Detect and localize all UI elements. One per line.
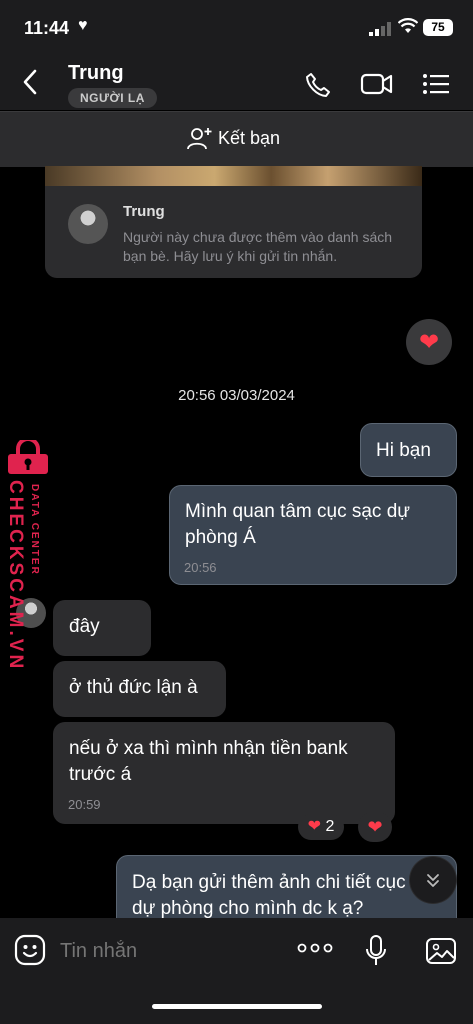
reaction-count: 2: [325, 818, 335, 835]
chevron-down-icon: [427, 874, 439, 887]
message-bubble-incoming[interactable]: đây: [53, 600, 151, 656]
stranger-badge: NGƯỜI LẠ: [68, 88, 157, 108]
heart-icon: ❤: [307, 818, 322, 835]
watermark-subtitle: DATA CENTER: [29, 484, 40, 576]
photo-gallery-icon[interactable]: [425, 936, 457, 966]
microphone-icon[interactable]: [365, 934, 387, 968]
avatar[interactable]: [68, 204, 108, 244]
watermark-lock-icon: [8, 440, 48, 474]
message-input[interactable]: [60, 936, 280, 966]
watermark-brand: CHECKSCAM.VN: [5, 480, 26, 672]
sticker-icon[interactable]: [14, 934, 46, 966]
message-time: 20:56: [184, 560, 217, 575]
reaction-summary[interactable]: ❤ 2: [298, 814, 344, 840]
profile-card-name: Trung: [123, 203, 165, 220]
message-text: Mình quan tâm cục sạc dự phòng Á: [185, 501, 410, 548]
message-bubble-incoming[interactable]: ở thủ đức lận à: [53, 661, 226, 717]
more-options-icon[interactable]: [297, 938, 333, 958]
heart-reaction-icon[interactable]: ❤: [406, 319, 452, 365]
menu-icon[interactable]: [422, 72, 450, 96]
message-text: đây: [69, 616, 100, 637]
video-call-icon[interactable]: [360, 72, 394, 96]
message-bubble-outgoing[interactable]: Hi bạn: [360, 423, 457, 477]
heart-react-button[interactable]: ❤: [358, 812, 392, 842]
wifi-icon: [398, 18, 418, 33]
message-text: Hi bạn: [376, 440, 431, 461]
scroll-to-bottom-button[interactable]: [410, 857, 456, 903]
status-time: 11:44: [24, 18, 70, 38]
back-arrow-icon[interactable]: [22, 68, 38, 96]
battery-indicator: 75: [423, 19, 453, 36]
heart-status-icon: ♥: [78, 17, 88, 34]
contact-name[interactable]: Trung: [68, 62, 124, 85]
message-time: 20:59: [68, 797, 101, 812]
add-friend-icon[interactable]: [187, 126, 213, 150]
phone-call-icon[interactable]: [305, 72, 331, 98]
home-indicator: [152, 1004, 322, 1009]
add-friend-label[interactable]: Kết bạn: [218, 128, 280, 149]
message-text: Dạ bạn gửi thêm ảnh chi tiết cục sạc dự …: [132, 872, 441, 919]
cellular-signal-icon: [369, 22, 391, 36]
profile-cover-photo: [45, 166, 422, 186]
message-text: ở thủ đức lận à: [69, 677, 198, 698]
message-text: nếu ở xa thì mình nhận tiền bank trước á: [69, 738, 348, 785]
message-bubble-incoming[interactable]: nếu ở xa thì mình nhận tiền bank trước á: [53, 722, 395, 824]
date-separator: 20:56 03/03/2024: [178, 387, 295, 404]
stranger-notice: Người này chưa được thêm vào danh sách b…: [123, 229, 393, 264]
